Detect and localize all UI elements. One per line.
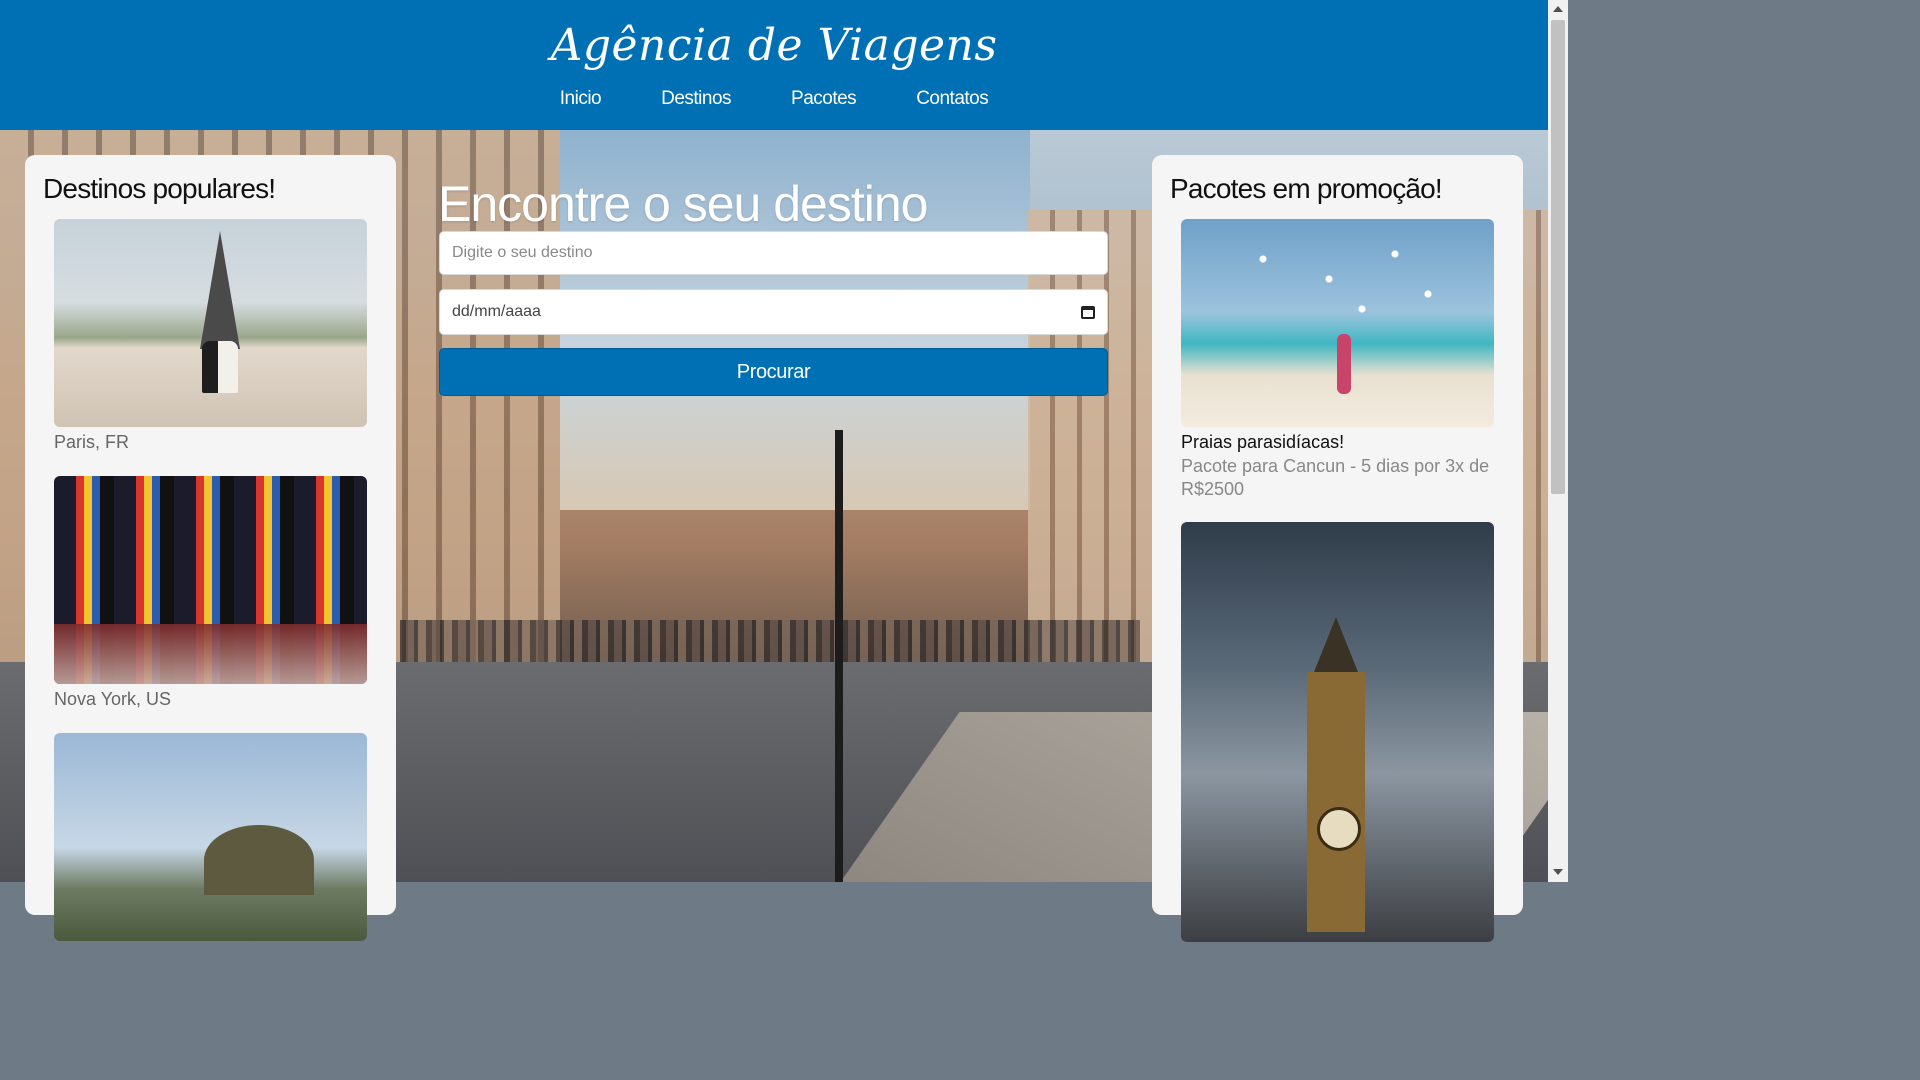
site-header: Agência de Viagens Inicio Destinos Pacot… (0, 0, 1548, 130)
big-ben-spire-shape (1312, 617, 1360, 677)
destination-search-input[interactable]: Digite o seu destino (439, 231, 1108, 275)
search-button[interactable]: Procurar (439, 348, 1108, 396)
scrollbar-thumb[interactable] (1551, 20, 1565, 494)
promotions-panel: Pacotes em promoção! Praias parasidíacas… (1152, 155, 1523, 942)
promo-title-cancun: Praias parasidíacas! (1181, 432, 1345, 452)
promo-image-cancun[interactable] (1181, 219, 1494, 427)
scroll-down-arrow-icon[interactable] (1553, 869, 1563, 875)
big-ben-tower-shape (1307, 672, 1365, 932)
destination-image-new-york[interactable] (54, 476, 367, 684)
couple-shape (202, 341, 238, 393)
date-input[interactable]: dd/mm/aaaa (439, 289, 1108, 335)
main-nav: Inicio Destinos Pacotes Contatos (0, 88, 1548, 110)
nav-link-pacotes[interactable]: Pacotes (761, 88, 886, 110)
seagulls-shape (1241, 239, 1461, 339)
promo-image-london[interactable] (1181, 522, 1494, 942)
nav-link-destinos[interactable]: Destinos (631, 88, 761, 110)
nav-link-inicio[interactable]: Inicio (530, 88, 631, 110)
destination-caption-paris: Paris, FR (54, 432, 130, 452)
beach-person-shape (1337, 334, 1351, 394)
popular-destinations-title: Destinos populares! (43, 173, 276, 204)
scroll-up-arrow-icon[interactable] (1553, 6, 1563, 12)
eiffel-tower-shape (200, 231, 240, 349)
sugarloaf-mountain-shape (204, 825, 314, 895)
destination-image-rio[interactable] (54, 733, 367, 941)
times-square-street (54, 624, 367, 684)
search-title: Encontre o seu destino (438, 176, 928, 232)
big-ben-clock-shape (1317, 807, 1361, 851)
nav-link-contatos[interactable]: Contatos (886, 88, 1018, 110)
site-title: Agência de Viagens (550, 20, 998, 71)
promo-description-cancun: Pacote para Cancun - 5 dias por 3x de R$… (1181, 456, 1490, 499)
destination-caption-new-york: Nova York, US (54, 689, 172, 709)
popular-destinations-panel: Destinos populares! Paris, FR Nova York,… (25, 155, 396, 941)
bg-pole (835, 430, 843, 882)
date-input-value: dd/mm/aaaa (452, 303, 541, 320)
calendar-icon[interactable] (1081, 305, 1095, 319)
destination-image-paris[interactable] (54, 219, 367, 427)
promotions-title: Pacotes em promoção! (1170, 173, 1443, 204)
